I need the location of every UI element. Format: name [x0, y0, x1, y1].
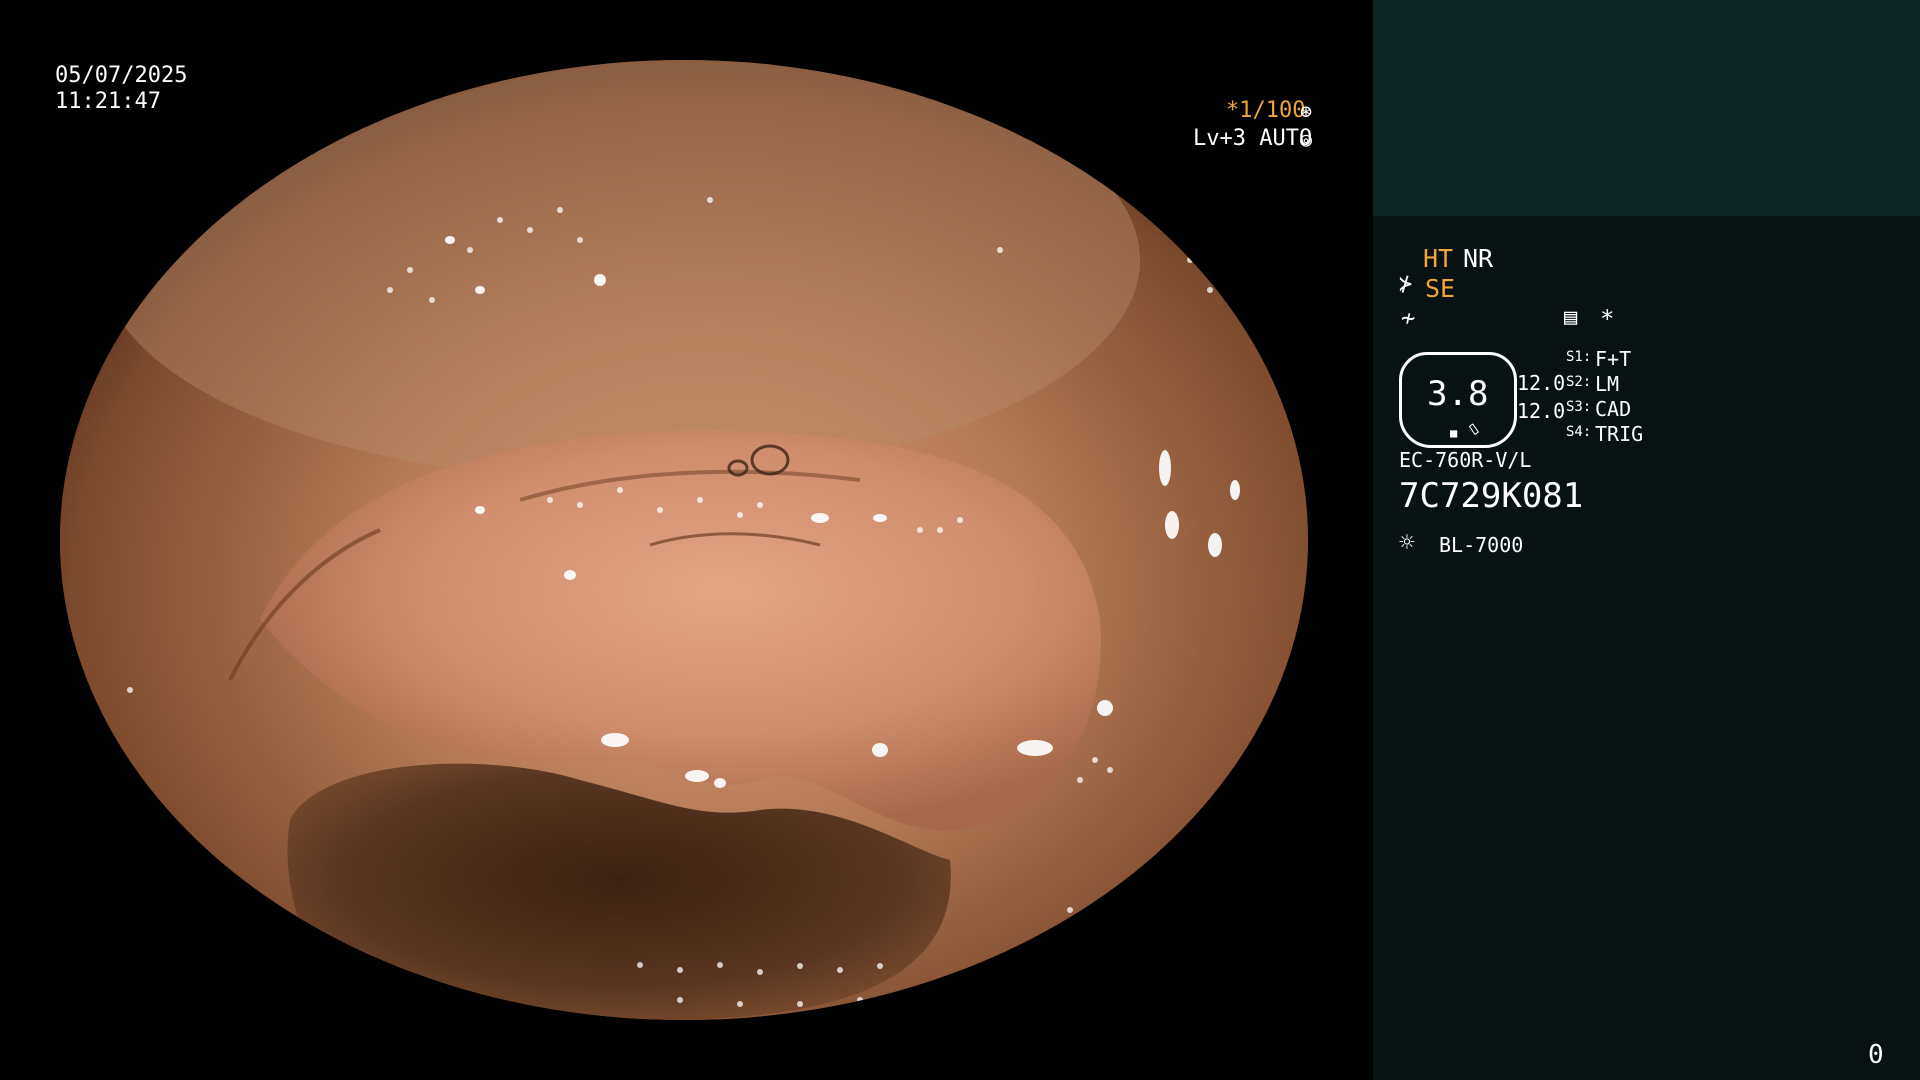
zoom-value-2: 12.0	[1517, 399, 1566, 423]
light-source-icon: ☼	[1399, 528, 1415, 558]
settings-list-icon: ▤	[1564, 305, 1578, 330]
shutter-speed-label: *1/100	[1226, 98, 1306, 123]
time-label: 11:21:47	[55, 89, 161, 114]
counter-label: 0	[1868, 1040, 1884, 1070]
ht-mode-label: HT	[1423, 244, 1454, 273]
star-indicator: *	[1600, 305, 1615, 333]
switch-3-key: S3:	[1566, 399, 1592, 415]
zoom-value: 3.8	[1427, 374, 1489, 414]
iris-level-label: Lv+3 AUTO	[1193, 126, 1313, 151]
zoom-value-1: 12.0	[1517, 371, 1566, 395]
switch-2-key: S2:	[1566, 374, 1592, 390]
date-label: 05/07/2025	[55, 63, 188, 88]
scope-model-label: EC-760R-V/L	[1399, 448, 1532, 472]
panel-header-area	[1373, 0, 1920, 216]
switch-1-key: S1:	[1566, 349, 1592, 365]
switch-3-value: CAD	[1595, 397, 1632, 421]
info-panel: HT NR ⊁ SE ≁ ▤ * 3.8 ■ ▯ 12.0 12.0 S1: F…	[1373, 0, 1920, 1080]
iris-icon: ◎	[1300, 127, 1313, 151]
scope-serial-label: 7C729K081	[1399, 476, 1584, 516]
structure-enhance-icon: ⊁	[1399, 272, 1413, 297]
nr-mode-label: NR	[1463, 244, 1494, 273]
switch-2-value: LM	[1595, 372, 1620, 396]
endoscope-image	[60, 60, 1308, 1020]
aperture-icon: ⊛	[1300, 99, 1313, 123]
switch-1-value: F+T	[1595, 347, 1632, 371]
switch-4-value: TRIG	[1595, 422, 1644, 446]
zoom-marker-icon: ■	[1450, 426, 1458, 440]
freeze-icon: ≁	[1401, 304, 1416, 332]
se-mode-label: SE	[1425, 274, 1456, 303]
switch-4-key: S4:	[1566, 424, 1592, 440]
light-source-label: BL-7000	[1439, 533, 1524, 557]
